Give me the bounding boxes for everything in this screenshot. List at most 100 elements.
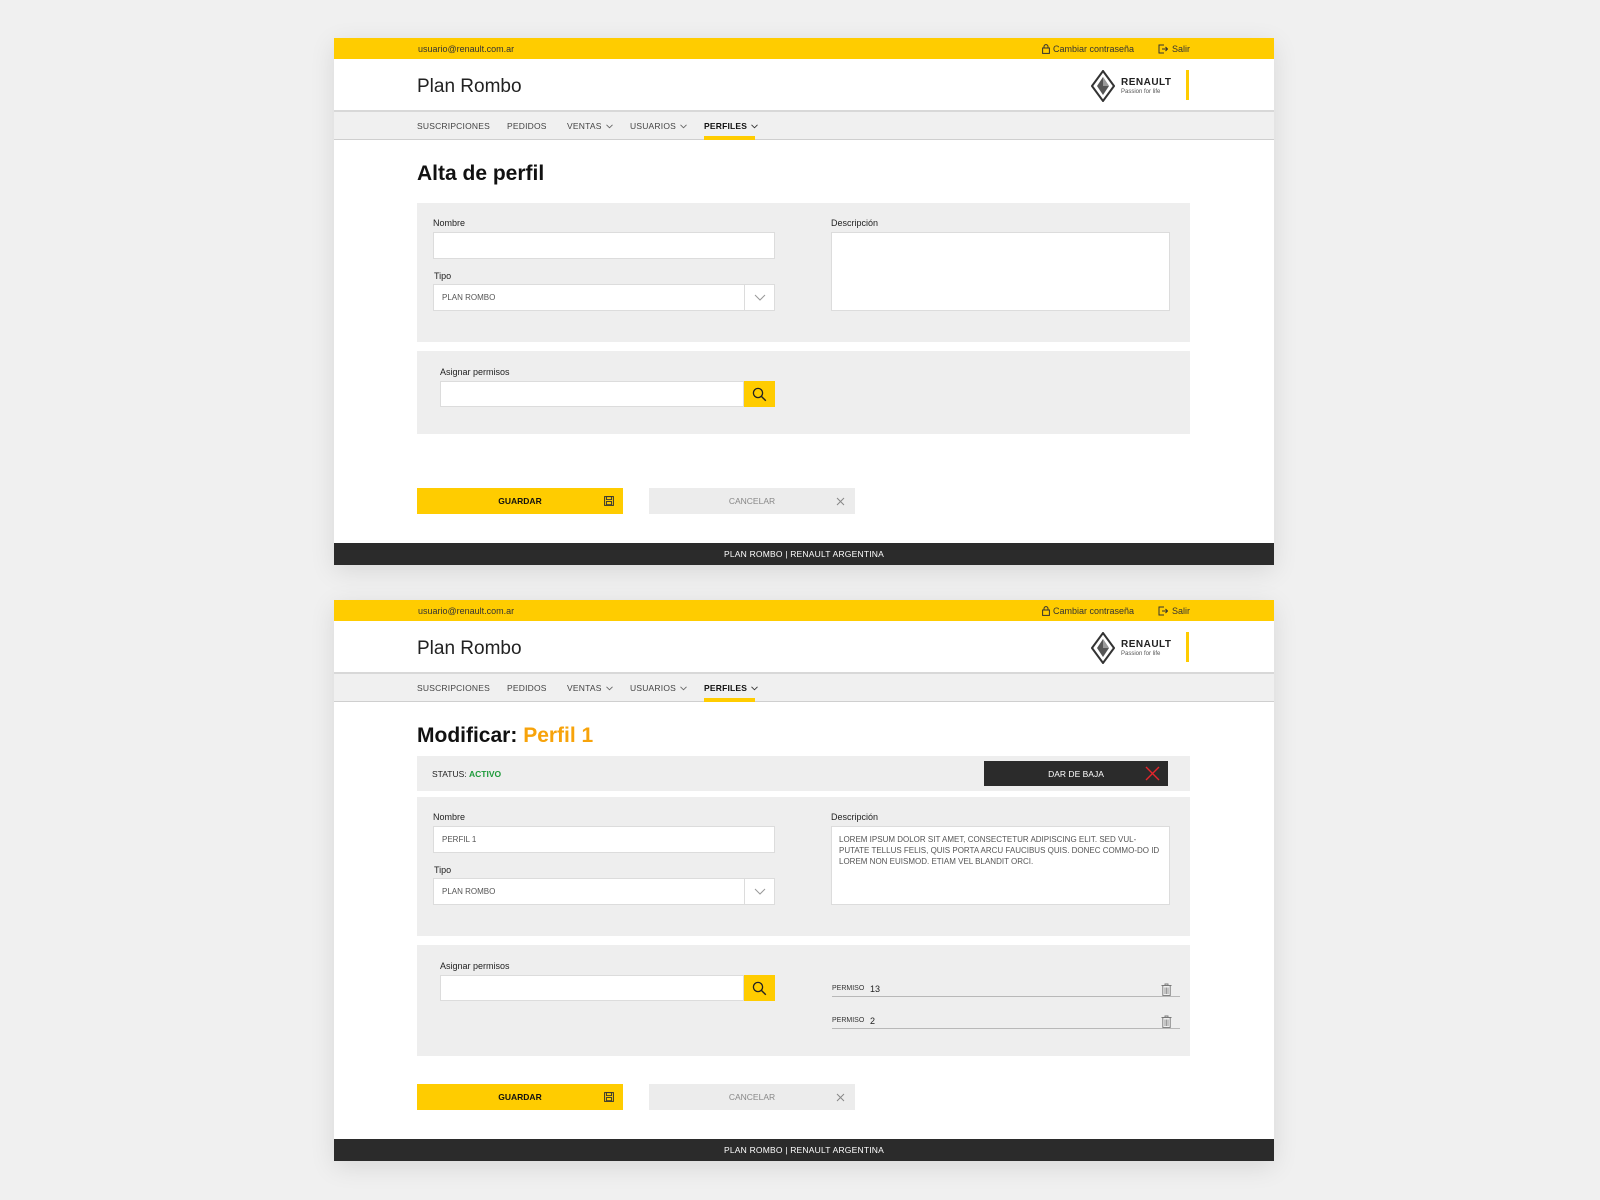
- change-password-link[interactable]: Cambiar contraseña: [1042, 606, 1134, 616]
- profile-form-panel: Nombre PERFIL 1 Tipo PLAN ROMBO Descripc…: [417, 797, 1190, 936]
- asignar-permisos-label: Asignar permisos: [440, 367, 510, 377]
- nav-item-pedidos[interactable]: PEDIDOS: [507, 683, 547, 693]
- nav-item-ventas[interactable]: VENTAS: [567, 121, 613, 131]
- change-password-label: Cambiar contraseña: [1053, 606, 1135, 616]
- permisos-search-button[interactable]: [744, 975, 775, 1001]
- page-title: Modificar: Perfil 1: [417, 724, 593, 748]
- brand-name: RENAULT: [1121, 76, 1172, 88]
- brand-accent-bar: [1186, 632, 1189, 662]
- cancel-button[interactable]: CANCELAR: [649, 488, 855, 514]
- close-icon: [1145, 766, 1160, 781]
- select-arrow[interactable]: [744, 879, 774, 904]
- nombre-label: Nombre: [433, 218, 466, 228]
- app-title: Plan Rombo: [417, 76, 522, 97]
- logout-link[interactable]: Salir: [1158, 44, 1190, 54]
- status-panel: STATUS: ACTIVO DAR DE BAJA: [417, 756, 1190, 791]
- nav-label: SUSCRIPCIONES: [417, 121, 490, 131]
- status-line: STATUS: ACTIVO: [432, 769, 501, 779]
- renault-logo[interactable]: RENAULT Passion for life: [1091, 70, 1172, 102]
- permission-item: PERMISO 13: [832, 983, 1180, 997]
- brand-slogan: Passion for life: [1121, 650, 1161, 657]
- page-title: Alta de perfil: [417, 162, 545, 185]
- nav-label: SUSCRIPCIONES: [417, 683, 490, 693]
- asignar-permisos-label: Asignar permisos: [440, 961, 510, 971]
- change-password-label: Cambiar contraseña: [1053, 44, 1135, 54]
- descripcion-label: Descripción: [831, 218, 879, 228]
- cancel-button-label: CANCELAR: [728, 496, 776, 506]
- lock-icon: [1042, 44, 1050, 54]
- footer: PLAN ROMBO | RENAULT ARGENTINA: [334, 543, 1274, 565]
- user-email: usuario@renault.com.ar: [418, 44, 515, 54]
- permissions-panel: Asignar permisos: [417, 351, 1190, 434]
- status-badge: ACTIVO: [469, 769, 502, 779]
- nav-label: USUARIOS: [630, 121, 676, 131]
- modificar-perfil-screen: usuario@renault.com.ar Cambiar contraseñ…: [334, 600, 1274, 1161]
- descripcion-textarea[interactable]: LOREM IPSUM DOLOR SIT AMET, CONSECTETUR …: [831, 826, 1170, 905]
- descripcion-textarea[interactable]: [831, 232, 1170, 311]
- permisos-search-input[interactable]: [440, 975, 744, 1001]
- search-icon: [752, 981, 767, 995]
- tipo-label: Tipo: [434, 271, 452, 281]
- logout-link[interactable]: Salir: [1158, 606, 1190, 616]
- close-icon: [836, 1093, 845, 1102]
- save-icon: [604, 1092, 614, 1102]
- logout-icon: [1158, 606, 1168, 616]
- main-nav: SUSCRIPCIONES PEDIDOS VENTAS USUARIOS PE…: [334, 674, 1274, 702]
- dar-de-baja-label: DAR DE BAJA: [1048, 768, 1104, 779]
- alta-perfil-screen: usuario@renault.com.ar Cambiar contraseñ…: [334, 38, 1274, 565]
- save-button[interactable]: GUARDAR: [417, 488, 623, 514]
- nombre-input[interactable]: PERFIL 1: [433, 826, 775, 853]
- nombre-input[interactable]: [433, 232, 775, 259]
- logout-label: Salir: [1172, 606, 1191, 616]
- nav-item-ventas[interactable]: VENTAS: [567, 683, 613, 693]
- nav-item-usuarios[interactable]: USUARIOS: [630, 121, 687, 131]
- nav-active-indicator: [704, 136, 755, 140]
- nav-item-perfiles[interactable]: PERFILES: [704, 683, 758, 693]
- cancel-button[interactable]: CANCELAR: [649, 1084, 855, 1110]
- chevron-down-icon: [605, 123, 613, 128]
- save-button[interactable]: GUARDAR: [417, 1084, 623, 1110]
- trash-icon[interactable]: [1161, 1015, 1172, 1028]
- tipo-select-value: PLAN ROMBO: [442, 887, 496, 896]
- select-arrow[interactable]: [744, 285, 774, 310]
- status-label: STATUS:: [432, 769, 467, 779]
- chevron-down-icon: [751, 685, 758, 690]
- nav-item-pedidos[interactable]: PEDIDOS: [507, 121, 547, 131]
- trash-icon[interactable]: [1161, 983, 1172, 996]
- permisos-search-button[interactable]: [744, 381, 775, 407]
- app-title: Plan Rombo: [417, 638, 522, 659]
- nav-label: PEDIDOS: [507, 121, 547, 131]
- tipo-select[interactable]: PLAN ROMBO: [433, 284, 775, 311]
- page-title-profile-name: Perfil 1: [523, 724, 594, 747]
- change-password-link[interactable]: Cambiar contraseña: [1042, 44, 1134, 54]
- top-bar: usuario@renault.com.ar Cambiar contraseñ…: [334, 600, 1274, 621]
- nav-label: VENTAS: [567, 121, 602, 131]
- renault-diamond-icon: [1091, 70, 1115, 102]
- dar-de-baja-button[interactable]: DAR DE BAJA: [984, 761, 1168, 786]
- permission-label: PERMISO: [832, 985, 865, 992]
- nav-item-perfiles[interactable]: PERFILES: [704, 121, 758, 131]
- brand-accent-bar: [1186, 70, 1189, 100]
- nav-item-suscripciones[interactable]: SUSCRIPCIONES: [417, 683, 490, 693]
- permission-label: PERMISO: [832, 1017, 865, 1024]
- permission-item: PERMISO 2: [832, 1015, 1180, 1029]
- nav-item-usuarios[interactable]: USUARIOS: [630, 683, 687, 693]
- nombre-label: Nombre: [433, 812, 466, 822]
- cancel-button-label: CANCELAR: [728, 1092, 776, 1102]
- main-nav: SUSCRIPCIONES PEDIDOS VENTAS USUARIOS PE…: [334, 112, 1274, 140]
- chevron-down-icon: [754, 294, 765, 301]
- descripcion-label: Descripción: [831, 812, 879, 822]
- tipo-select[interactable]: PLAN ROMBO: [433, 878, 775, 905]
- nav-item-suscripciones[interactable]: SUSCRIPCIONES: [417, 121, 490, 131]
- save-button-label: GUARDAR: [498, 496, 542, 506]
- permission-number: 13: [870, 984, 881, 994]
- nav-label: PERFILES: [704, 121, 748, 131]
- save-icon: [604, 496, 614, 506]
- search-icon: [752, 387, 767, 401]
- tipo-select-value: PLAN ROMBO: [442, 293, 496, 302]
- renault-logo[interactable]: RENAULT Passion for life: [1091, 632, 1172, 664]
- brand-name: RENAULT: [1121, 638, 1172, 650]
- logout-label: Salir: [1172, 44, 1191, 54]
- permisos-search-input[interactable]: [440, 381, 744, 407]
- chevron-down-icon: [680, 685, 687, 690]
